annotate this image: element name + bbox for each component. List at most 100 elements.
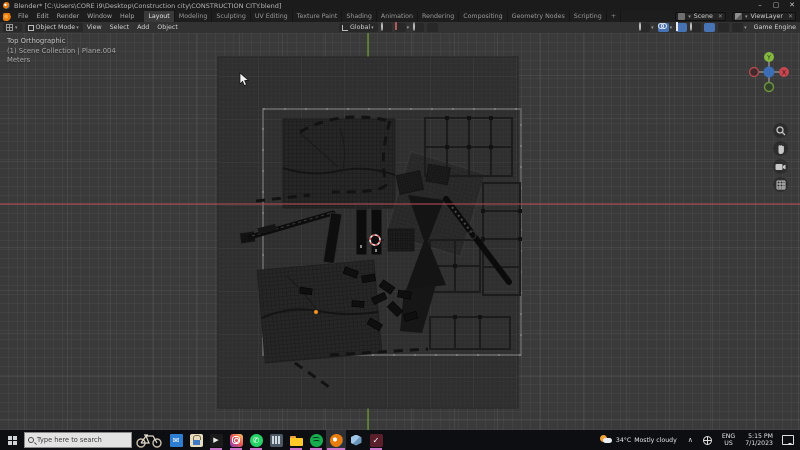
tab-modeling[interactable]: Modeling <box>175 11 213 22</box>
date-label: 7/1/2023 <box>745 440 773 448</box>
tab-texture-paint[interactable]: Texture Paint <box>293 11 343 22</box>
taskbar-store[interactable] <box>186 430 206 450</box>
proportional-icon <box>413 22 415 31</box>
taskbar-mail[interactable]: ✉ <box>166 430 186 450</box>
network-globe-icon[interactable] <box>703 436 712 445</box>
calculator-icon <box>270 434 283 447</box>
magnet-icon <box>395 22 397 30</box>
system-tray: 34°C Mostly cloudy ∧ ENG US 5:15 PM 7/1/… <box>599 430 800 450</box>
menu-render[interactable]: Render <box>53 11 83 22</box>
menu-window[interactable]: Window <box>83 11 116 22</box>
taskbar-3d-viewer[interactable] <box>346 430 366 450</box>
workspace-tabs: Layout Modeling Sculpting UV Editing Tex… <box>144 11 621 22</box>
taskbar-v-app[interactable]: ✓ <box>366 430 386 450</box>
close-button[interactable]: ✕ <box>784 0 800 11</box>
viewport-3d[interactable]: Top Orthographic (1) Scene Collection | … <box>0 33 800 430</box>
transform-orientation-dropdown[interactable]: Global ▾ <box>339 23 378 32</box>
time-label: 5:15 PM <box>748 433 773 441</box>
snap-toggle[interactable] <box>395 23 406 32</box>
tab-layout[interactable]: Layout <box>144 11 174 22</box>
taskbar-calculator[interactable] <box>266 430 286 450</box>
mode-dropdown[interactable]: Object Mode ▾ <box>25 23 83 32</box>
shading-dropdown[interactable]: ▾ <box>744 25 747 31</box>
store-icon <box>190 434 203 447</box>
desktop: Blender* [C:\Users\CORE i9\Desktop\Const… <box>0 0 800 450</box>
menu-help[interactable]: Help <box>116 11 138 22</box>
taskbar-apps: ✉ ▶ ✆ ✓ <box>166 430 386 450</box>
minimize-button[interactable]: – <box>752 0 768 11</box>
title-bar: Blender* [C:\Users\CORE i9\Desktop\Const… <box>0 0 800 11</box>
editor-3dview-icon <box>6 24 13 31</box>
show-overlays-toggle[interactable] <box>658 23 669 32</box>
menu-add[interactable]: Add <box>133 24 153 31</box>
overlays-dropdown[interactable]: ▾ <box>670 25 673 31</box>
show-gizmos-toggle[interactable] <box>639 23 650 32</box>
weather-widget[interactable]: 34°C Mostly cloudy <box>599 434 677 446</box>
maximize-button[interactable]: ▢ <box>768 0 784 11</box>
scene-name[interactable]: Scene <box>692 13 715 20</box>
tab-scripting[interactable]: Scripting <box>570 11 607 22</box>
tab-animation[interactable]: Animation <box>377 11 418 22</box>
taskbar-spotify[interactable] <box>306 430 326 450</box>
tab-sculpting[interactable]: Sculpting <box>212 11 250 22</box>
taskbar-instagram[interactable] <box>226 430 246 450</box>
add-workspace-button[interactable]: + <box>607 11 621 22</box>
menu-select[interactable]: Select <box>106 24 133 31</box>
taskbar-file-explorer[interactable] <box>286 430 306 450</box>
scene-icon <box>678 13 685 20</box>
shading-solid-button[interactable] <box>704 23 715 32</box>
navigation-gizmo[interactable]: Y X <box>747 50 791 94</box>
shading-wireframe-button[interactable] <box>690 23 701 32</box>
start-button[interactable] <box>0 430 24 450</box>
menu-view[interactable]: View <box>83 24 106 31</box>
tab-uv-editing[interactable]: UV Editing <box>251 11 293 22</box>
search-highlight-bicycle[interactable] <box>132 430 166 450</box>
language-code: ENG <box>722 433 735 441</box>
clock[interactable]: 5:15 PM 7/1/2023 <box>745 433 773 448</box>
spotify-icon <box>310 434 323 447</box>
taskbar-whatsapp[interactable]: ✆ <box>246 430 266 450</box>
chevron-down-icon[interactable]: ▾ <box>688 14 691 20</box>
gizmos-dropdown[interactable]: ▾ <box>651 25 654 31</box>
tab-geometry-nodes[interactable]: Geometry Nodes <box>508 11 570 22</box>
pivot-point-dropdown[interactable] <box>381 23 392 32</box>
shading-material-button[interactable] <box>718 23 729 32</box>
tab-compositing[interactable]: Compositing <box>459 11 507 22</box>
notification-center-icon[interactable] <box>782 435 794 445</box>
toggle-grid-button[interactable] <box>773 177 788 192</box>
tray-expand-chevron[interactable]: ∧ <box>688 436 693 444</box>
xray-toggle[interactable] <box>676 23 687 32</box>
shading-rendered-button[interactable] <box>732 23 743 32</box>
chevron-down-icon[interactable]: ▾ <box>745 14 748 20</box>
menu-file[interactable]: File <box>14 11 33 22</box>
viewport-overlay-text: Top Orthographic (1) Scene Collection | … <box>7 37 116 66</box>
unlink-scene-icon[interactable]: ✕ <box>718 13 723 20</box>
tab-shading[interactable]: Shading <box>342 11 377 22</box>
top-bar: File Edit Render Window Help Layout Mode… <box>0 11 800 22</box>
blender-menu-icon[interactable] <box>3 13 11 21</box>
blender-icon <box>330 434 343 447</box>
menu-object[interactable]: Object <box>153 24 182 31</box>
move-view-button[interactable] <box>773 141 788 156</box>
whatsapp-icon: ✆ <box>250 434 263 447</box>
language-indicator[interactable]: ENG US <box>722 433 735 448</box>
snap-settings-dropdown[interactable]: ▾ <box>407 25 410 31</box>
viewlayer-selector[interactable]: ▾ ViewLayer ✕ <box>732 12 796 21</box>
viewlayer-name[interactable]: ViewLayer <box>748 13 785 20</box>
taskbar-media-player[interactable]: ▶ <box>206 430 226 450</box>
search-input[interactable]: Type here to search <box>24 432 132 448</box>
gizmo-y-neg-axis <box>765 83 774 92</box>
tab-rendering[interactable]: Rendering <box>418 11 459 22</box>
proportional-edit-toggle[interactable] <box>413 23 424 32</box>
taskbar-blender[interactable] <box>326 430 346 450</box>
scene-selector[interactable]: ▾ Scene ✕ <box>675 12 726 21</box>
camera-view-button[interactable] <box>773 159 788 174</box>
remove-viewlayer-icon[interactable]: ✕ <box>788 13 793 20</box>
engine-label: Game Engine <box>754 24 796 31</box>
proportional-falloff-dropdown[interactable] <box>427 23 438 32</box>
zoom-tool-button[interactable] <box>773 123 788 138</box>
xray-icon <box>676 22 678 31</box>
editor-type-dropdown[interactable]: ▾ <box>3 23 22 32</box>
menu-edit[interactable]: Edit <box>33 11 53 22</box>
viewport-tools <box>773 123 788 192</box>
